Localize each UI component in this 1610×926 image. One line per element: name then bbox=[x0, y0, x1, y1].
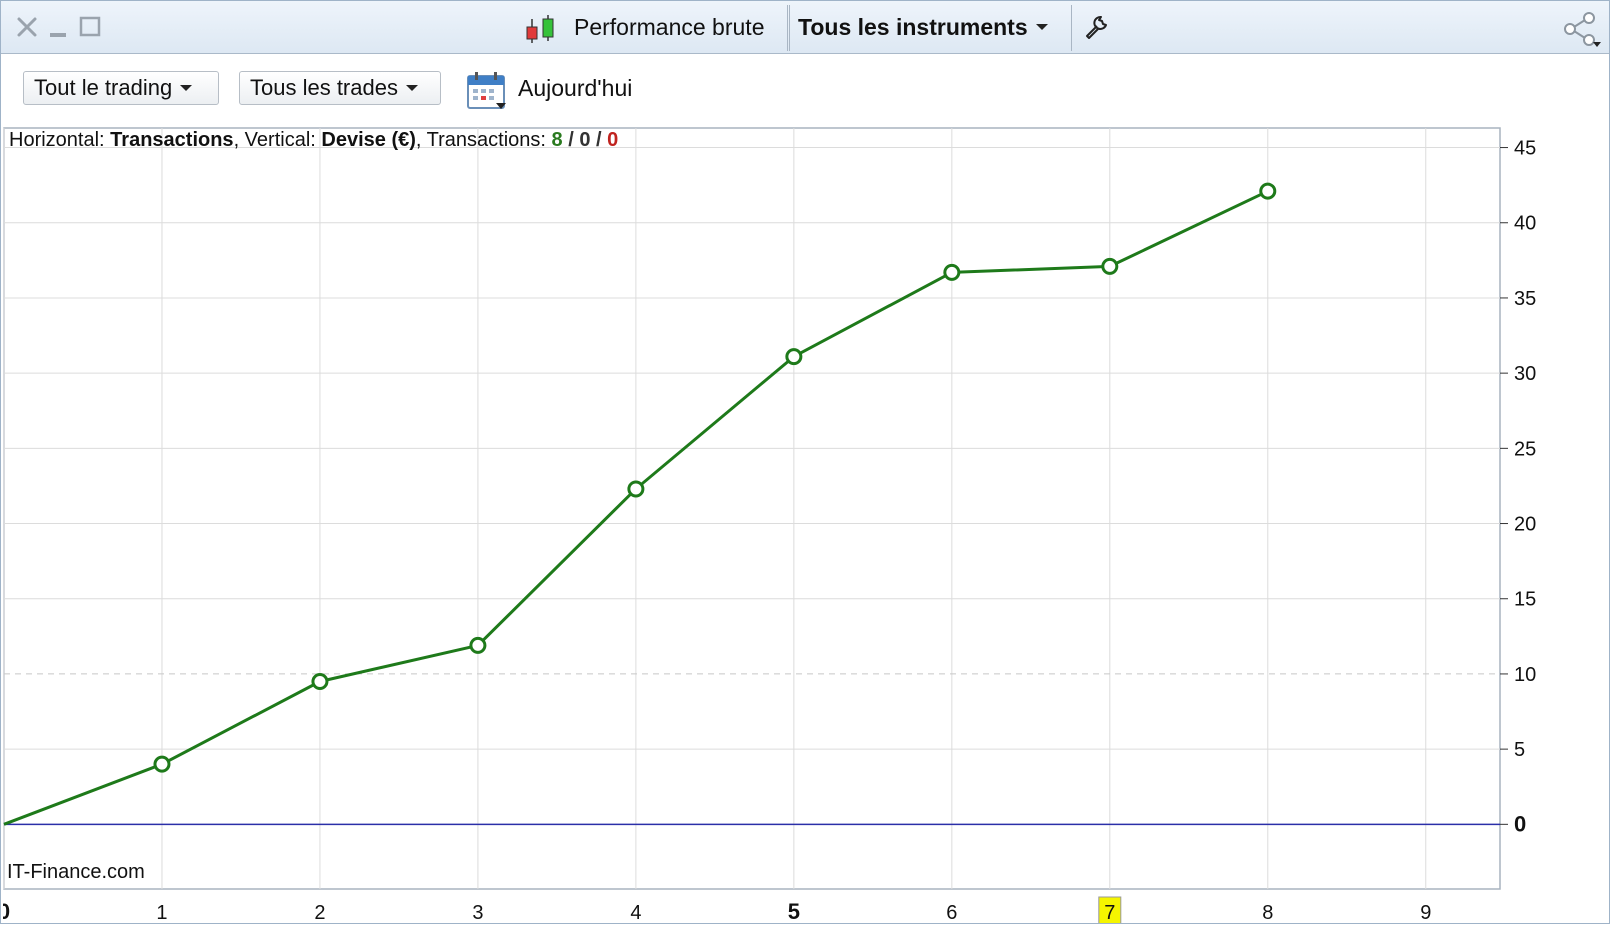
y-tick-label: 0 bbox=[1514, 811, 1526, 836]
watermark: IT-Finance.com bbox=[7, 861, 145, 883]
x-tick-label: 1 bbox=[156, 902, 167, 923]
data-point bbox=[785, 348, 803, 366]
x-tick-label: 6 bbox=[946, 902, 957, 923]
losing-count: 0 bbox=[607, 129, 619, 151]
data-point bbox=[1101, 257, 1119, 275]
data-point bbox=[153, 755, 171, 773]
x-tick-label: 5 bbox=[788, 899, 800, 923]
wrench-icon[interactable] bbox=[1083, 14, 1111, 42]
chevron-down-icon bbox=[1035, 24, 1048, 30]
instrument-dropdown[interactable]: Tous les instruments bbox=[798, 1, 1048, 53]
y-tick-label: 15 bbox=[1514, 589, 1536, 611]
performance-chart: 0510152025303540450 1 2 3 4 5 6 7 8 9 bbox=[3, 127, 1536, 923]
close-icon[interactable] bbox=[13, 13, 41, 41]
x-tick-label: 9 bbox=[1420, 902, 1431, 923]
x-tick-label: 0 bbox=[3, 899, 10, 923]
x-tick-label: 8 bbox=[1262, 902, 1273, 923]
x-tick-label: 3 bbox=[472, 902, 483, 923]
y-tick-label: 20 bbox=[1514, 514, 1536, 536]
data-point bbox=[943, 263, 961, 281]
data-point bbox=[311, 672, 329, 690]
chevron-down-icon bbox=[180, 85, 193, 91]
title-bar: Performance brute Tous les instruments bbox=[1, 1, 1609, 54]
date-label[interactable]: Aujourd'hui bbox=[518, 75, 632, 102]
y-tick-label: 45 bbox=[1514, 138, 1536, 160]
chart-header: Horizontal: Transactions, Vertical: Devi… bbox=[9, 129, 619, 151]
y-tick-label: 5 bbox=[1514, 739, 1525, 761]
candlestick-icon bbox=[526, 15, 554, 43]
y-tick-label: 25 bbox=[1514, 438, 1536, 460]
y-tick-label: 10 bbox=[1514, 664, 1536, 686]
x-tick-label: 7 bbox=[1104, 902, 1115, 923]
y-tick-label: 35 bbox=[1514, 288, 1536, 310]
neutral-count: 0 bbox=[579, 129, 591, 151]
chevron-down-icon bbox=[405, 85, 418, 91]
minimize-icon[interactable] bbox=[45, 13, 73, 41]
y-tick-label: 40 bbox=[1514, 213, 1536, 235]
trading-filter-dropdown[interactable]: Tout le trading bbox=[23, 71, 219, 105]
x-tick-label: 4 bbox=[630, 902, 641, 923]
maximize-icon[interactable] bbox=[77, 13, 105, 41]
data-point bbox=[627, 480, 645, 498]
performance-window: Performance brute Tous les instruments T… bbox=[0, 0, 1610, 924]
share-icon[interactable] bbox=[1561, 11, 1601, 49]
winning-count: 8 bbox=[551, 129, 563, 151]
trades-filter-dropdown[interactable]: Tous les trades bbox=[239, 71, 441, 105]
plot-frame bbox=[3, 127, 1501, 890]
calendar-icon[interactable] bbox=[466, 71, 508, 111]
data-point bbox=[1259, 182, 1277, 200]
window-title: Performance brute bbox=[574, 13, 765, 40]
x-tick-label: 2 bbox=[314, 902, 325, 923]
y-tick-label: 30 bbox=[1514, 363, 1536, 385]
data-point bbox=[469, 636, 487, 654]
